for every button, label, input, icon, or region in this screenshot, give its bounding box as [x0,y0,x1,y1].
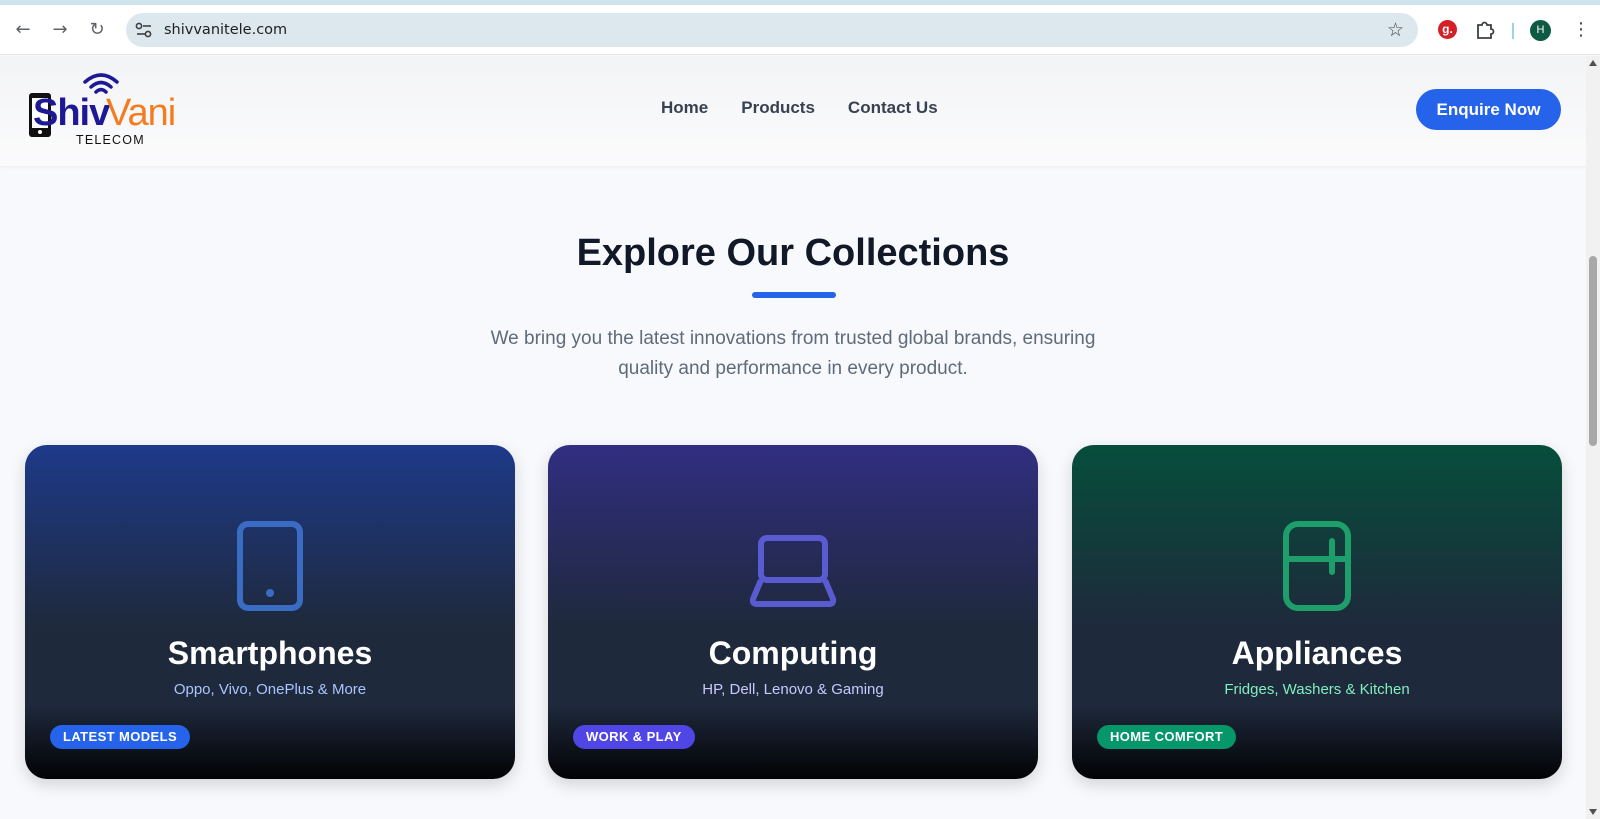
title-underline [752,292,836,298]
card-title: Smartphones [167,635,373,671]
card-subtitle: Oppo, Vivo, OnePlus & More [173,681,367,698]
site-settings-icon[interactable] [134,21,154,39]
toolbar-divider [1512,23,1514,39]
nav-products[interactable]: Products [741,98,815,118]
section-title: Explore Our Collections [576,232,1010,274]
scroll-down-arrow-icon[interactable] [1589,809,1597,815]
card-badge: HOME COMFORT [1097,725,1237,749]
bookmark-star-icon[interactable]: ☆ [1387,19,1404,41]
card-badge: LATEST MODELS [50,725,191,749]
enquire-now-button[interactable]: Enquire Now [1416,89,1561,130]
browser-toolbar: ← → ↻ shivvanitele.com ☆ g. H ⋮ [0,5,1600,55]
nav-contact-us[interactable]: Contact Us [848,98,938,118]
laptop-icon [749,535,837,607]
shivvani-logo[interactable]: Shiv Vani TELECOM [28,72,188,148]
card-appliances[interactable]: Appliances Fridges, Washers & Kitchen HO… [1072,445,1562,779]
main-nav: Home Products Contact Us [661,98,938,118]
grammarly-extension-icon[interactable]: g. [1438,20,1457,39]
page-viewport: Shiv Vani TELECOM Home Products Contact … [0,56,1586,819]
smartphone-icon [237,521,303,611]
forward-arrow-icon[interactable]: → [49,19,71,41]
site-header: Shiv Vani TELECOM Home Products Contact … [0,56,1586,166]
card-title: Computing [708,635,878,671]
fridge-icon [1283,521,1351,611]
card-subtitle: HP, Dell, Lenovo & Gaming [702,681,884,698]
scrollbar-thumb[interactable] [1589,256,1597,446]
card-title: Appliances [1231,635,1403,671]
logo-vani-text: Vani [106,92,176,134]
url-text[interactable]: shivvanitele.com [164,22,287,38]
back-arrow-icon[interactable]: ← [12,19,34,41]
logo-telecom-text: TELECOM [76,133,145,147]
profile-avatar[interactable]: H [1530,20,1551,41]
browser-menu-icon[interactable]: ⋮ [1572,19,1590,41]
card-computing[interactable]: Computing HP, Dell, Lenovo & Gaming WORK… [548,445,1038,779]
scroll-up-arrow-icon[interactable] [1589,60,1597,66]
page-scrollbar[interactable] [1586,56,1600,819]
address-bar[interactable]: shivvanitele.com ☆ [126,13,1418,47]
nav-home[interactable]: Home [661,98,708,118]
extensions-puzzle-icon[interactable] [1474,19,1496,41]
card-smartphones[interactable]: Smartphones Oppo, Vivo, OnePlus & More L… [25,445,515,779]
reload-icon[interactable]: ↻ [86,19,108,41]
logo-shiv-text: Shiv [33,92,110,134]
section-subtitle: We bring you the latest innovations from… [490,328,1096,379]
card-subtitle: Fridges, Washers & Kitchen [1224,681,1410,698]
card-badge: WORK & PLAY [573,725,695,749]
